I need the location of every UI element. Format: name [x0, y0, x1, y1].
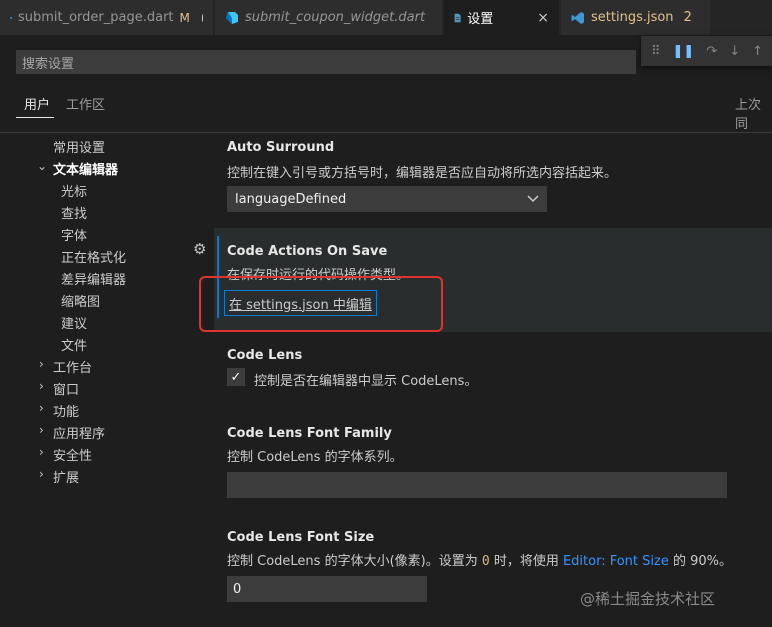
settings-file-icon — [454, 13, 461, 22]
toc-common[interactable]: 常用设置 — [53, 137, 105, 156]
dart-file-icon — [10, 16, 12, 19]
setting-title-code-actions: Code Actions On Save — [227, 244, 388, 259]
select-value: languageDefined — [235, 191, 347, 207]
editor-font-size-link[interactable]: Editor: Font Size — [563, 554, 669, 569]
toc-workbench[interactable]: 工作台 — [53, 357, 92, 376]
toc-suggestions[interactable]: 建议 — [61, 313, 87, 332]
highlight-annotation — [199, 276, 443, 332]
toc-diff-editor[interactable]: 差异编辑器 — [61, 269, 126, 288]
drag-handle-icon[interactable]: ⠿ — [651, 44, 661, 59]
chevron-right-icon[interactable]: › — [39, 357, 44, 371]
chevron-right-icon[interactable]: › — [39, 467, 44, 481]
toc-features[interactable]: 功能 — [53, 401, 79, 420]
code-lens-checkbox[interactable]: ✓ — [227, 368, 245, 386]
debug-toolbar: ⠿ ❚❚ ↷ ↓ ↑ — [641, 36, 772, 66]
modified-indicator: M — [179, 10, 190, 25]
desc-text: 的 90%。 — [668, 554, 733, 569]
chevron-right-icon[interactable]: › — [39, 401, 44, 415]
setting-title-font-size: Code Lens Font Size — [227, 530, 375, 545]
tab-label: settings.json — [591, 10, 674, 25]
desc-text: 时，将使用 — [489, 554, 563, 569]
toc-application[interactable]: 应用程序 — [53, 423, 105, 442]
toc-font[interactable]: 字体 — [61, 225, 87, 244]
toc-find[interactable]: 查找 — [61, 203, 87, 222]
tab-label: submit_coupon_widget.dart — [245, 10, 426, 25]
chevron-right-icon[interactable]: › — [39, 379, 44, 393]
toc-extensions[interactable]: 扩展 — [53, 467, 79, 486]
toc-minimap[interactable]: 缩略图 — [61, 291, 100, 310]
chevron-down-icon[interactable]: ⌄ — [37, 159, 47, 173]
search-placeholder: 搜索设置 — [22, 56, 75, 72]
toc-text-editor[interactable]: 文本编辑器 — [53, 159, 118, 178]
unsaved-dot-icon[interactable] — [201, 13, 203, 22]
chevron-right-icon[interactable]: › — [39, 445, 44, 459]
header-divider — [0, 132, 772, 133]
search-input[interactable]: 搜索设置 — [16, 50, 636, 74]
active-tab-underline — [16, 117, 54, 118]
tab-label: 设置 — [467, 12, 494, 27]
watermark: @稀土掘金技术社区 — [580, 590, 716, 608]
font-family-input[interactable] — [227, 472, 727, 498]
problem-count-badge: 2 — [683, 10, 692, 25]
auto-surround-select[interactable]: languageDefined — [227, 186, 547, 212]
font-size-input[interactable]: 0 — [227, 576, 427, 602]
toc-security[interactable]: 安全性 — [53, 445, 92, 464]
setting-title-code-lens: Code Lens — [227, 348, 303, 363]
step-out-icon[interactable]: ↑ — [752, 44, 763, 59]
setting-desc-auto-surround: 控制在键入引号或方括号时，编辑器是否应自动将所选内容括起来。 — [227, 166, 618, 181]
tab-submit-order-page[interactable]: submit_order_page.dart M — [0, 0, 214, 35]
chevron-down-icon — [527, 195, 539, 203]
close-icon[interactable]: × — [537, 10, 549, 26]
chevron-right-icon[interactable]: › — [39, 423, 44, 437]
step-into-icon[interactable]: ↓ — [729, 44, 740, 59]
dart-file-icon — [226, 11, 238, 24]
tab-workspace[interactable]: 工作区 — [66, 94, 105, 113]
gear-icon[interactable]: ⚙ — [193, 240, 206, 258]
tab-settings-json[interactable]: settings.json 2 — [561, 0, 711, 35]
vscode-icon — [571, 11, 584, 24]
tab-user[interactable]: 用户 — [24, 94, 50, 113]
step-over-icon[interactable]: ↷ — [706, 44, 717, 59]
pause-icon[interactable]: ❚❚ — [673, 44, 695, 59]
toc-cursor[interactable]: 光标 — [61, 181, 87, 200]
toc-formatting[interactable]: 正在格式化 — [61, 247, 126, 266]
setting-desc-code-lens: 控制是否在编辑器中显示 CodeLens。 — [254, 374, 478, 389]
inline-code: 0 — [481, 554, 490, 569]
desc-text: 控制 CodeLens 的字体大小(像素)。设置为 — [227, 554, 482, 569]
tab-settings[interactable]: 设置 × — [444, 0, 560, 35]
tab-submit-coupon-widget[interactable]: submit_coupon_widget.dart — [215, 0, 443, 35]
setting-desc-font-family: 控制 CodeLens 的字体系列。 — [227, 450, 403, 465]
last-sync-label: 上次同 — [735, 98, 762, 132]
toc-window[interactable]: 窗口 — [53, 379, 79, 398]
tab-bar: submit_order_page.dart M submit_coupon_w… — [0, 0, 772, 35]
toc-files[interactable]: 文件 — [61, 335, 87, 354]
setting-title-auto-surround: Auto Surround — [227, 140, 335, 155]
setting-title-font-family: Code Lens Font Family — [227, 426, 392, 441]
tab-label: submit_order_page.dart — [17, 10, 174, 25]
setting-desc-font-size: 控制 CodeLens 的字体大小(像素)。设置为 0 时，将使用 Editor… — [227, 550, 732, 569]
